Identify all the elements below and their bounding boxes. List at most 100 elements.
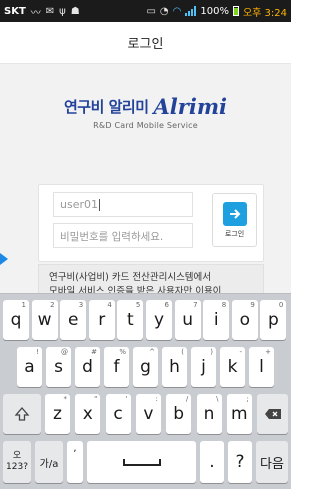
key-hint: 1 (21, 301, 26, 309)
key-x[interactable]: " x (75, 394, 101, 434)
comma-key[interactable]: , (67, 441, 83, 483)
key-t[interactable]: 5t (117, 300, 144, 340)
password-placeholder: 비밀번호를 입력하세요. (60, 231, 164, 243)
key-label: q (10, 310, 22, 330)
brand-logo: 연구비 알리미 Alrimi R&D Card Mobile Service (0, 96, 291, 130)
key-o[interactable]: 9o (231, 300, 258, 340)
key-label: g (140, 357, 151, 377)
login-button[interactable]: 로그인 (212, 193, 257, 247)
space-key[interactable] (87, 441, 196, 483)
key-hint: 8 (221, 301, 227, 309)
key-j[interactable]: ) j (191, 347, 216, 387)
key-label: y (153, 310, 165, 330)
key-hint: " (94, 395, 98, 403)
onscreen-keyboard: 1q2w3e4r5t6y7u8i9o0p ! a @ s # d% f ^ g(h) j - k + l … (0, 293, 291, 489)
key-q[interactable]: 1q (3, 300, 29, 340)
key-label: a (24, 357, 35, 377)
key-n[interactable]: \ n (196, 394, 222, 434)
key-label: f (113, 357, 120, 377)
key-l[interactable]: + l (249, 347, 274, 387)
comma-key-label: , (73, 443, 77, 454)
key-hint: 3 (78, 301, 84, 309)
key-label: e (67, 310, 79, 330)
key-hint: 2 (50, 301, 55, 309)
language-switch-key[interactable]: 가/a (35, 441, 63, 483)
key-hint: @ (61, 348, 68, 356)
question-key-label: ? (235, 452, 245, 472)
key-e[interactable]: 3e (60, 300, 87, 340)
key-u[interactable]: 7u (174, 300, 201, 340)
battery-icon (232, 6, 239, 16)
user-id-value: user01 (60, 198, 98, 211)
shift-key[interactable] (3, 394, 41, 434)
space-icon (122, 459, 161, 466)
key-g[interactable]: ^ g (133, 347, 158, 387)
key-label: n (203, 404, 215, 424)
key-hint: 9 (250, 301, 255, 309)
arrow-right-icon (222, 201, 247, 226)
backspace-icon (264, 409, 281, 419)
phone-screen: SKT 〰 ✉ ψ ☗ ▭ ◔ ◠ 100% 오후 3:24 로그인 연구비 알… (0, 0, 291, 489)
key-hint: 4 (107, 301, 112, 309)
shift-icon (14, 407, 30, 421)
key-hint: ; (246, 395, 249, 403)
key-m[interactable]: ; m (226, 394, 252, 434)
key-f[interactable]: % f (104, 347, 129, 387)
language-switch-label: 가/a (39, 458, 59, 470)
key-label: s (54, 357, 63, 377)
key-hint: 7 (193, 301, 198, 309)
question-key[interactable]: ? (228, 441, 252, 483)
key-hint: # (91, 348, 97, 356)
key-label: b (173, 404, 185, 424)
key-v[interactable]: :v (135, 394, 161, 434)
key-p[interactable]: 0p (260, 300, 287, 340)
key-hint: + (265, 348, 271, 356)
cell-signal-icon (185, 6, 197, 16)
key-hint: ' (125, 395, 128, 403)
app-header: 로그인 (0, 22, 291, 64)
battery-percent: 100% (200, 5, 229, 17)
wifi-icon: ◠ (172, 5, 182, 17)
key-hint: - (239, 348, 242, 356)
backspace-key[interactable] (257, 394, 288, 434)
key-s[interactable]: @ s (46, 347, 71, 387)
key-label: i (213, 310, 219, 330)
period-key[interactable]: . (200, 441, 224, 483)
symbols-key-bottom: 123? (6, 462, 28, 472)
message-icon: ✉ (45, 5, 55, 17)
key-label: c (113, 404, 123, 424)
brand-subtitle: R&D Card Mobile Service (93, 121, 198, 130)
password-input[interactable]: 비밀번호를 입력하세요. (53, 223, 193, 248)
key-hint: ^ (149, 348, 155, 356)
key-hint: ! (36, 348, 39, 356)
key-hint: * (63, 395, 68, 403)
key-hint: 0 (278, 301, 284, 309)
login-form: user01 비밀번호를 입력하세요. 로그인 (38, 184, 264, 262)
key-z[interactable]: * z (45, 394, 70, 434)
symbols-key[interactable]: 오 123? (3, 441, 31, 483)
key-d[interactable]: # d (75, 347, 100, 387)
key-label: k (227, 357, 238, 377)
next-key[interactable]: 다음 (256, 441, 288, 483)
key-a[interactable]: ! a (17, 347, 42, 387)
key-i[interactable]: 8i (203, 300, 230, 340)
key-c[interactable]: ' c (105, 394, 131, 434)
carrier-label: SKT (4, 5, 26, 17)
clock: 오후 3:24 (242, 7, 287, 19)
next-key-label: 다음 (260, 456, 284, 472)
key-r[interactable]: 4r (88, 300, 115, 340)
key-label: r (98, 310, 106, 330)
key-k[interactable]: -k (220, 347, 245, 387)
key-b[interactable]: / b (166, 394, 192, 434)
key-label: j (201, 357, 206, 377)
key-w[interactable]: 2w (31, 300, 58, 340)
key-hint: ) (210, 348, 213, 356)
key-hint: / (185, 395, 189, 403)
user-id-input[interactable]: user01 (53, 192, 193, 217)
key-y[interactable]: 6y (146, 300, 172, 340)
page-title: 로그인 (127, 37, 164, 52)
android-icon: ☗ (70, 5, 80, 17)
pointer-arrow-icon (0, 253, 8, 265)
key-label: t (127, 310, 134, 330)
key-h[interactable]: (h (162, 347, 187, 387)
